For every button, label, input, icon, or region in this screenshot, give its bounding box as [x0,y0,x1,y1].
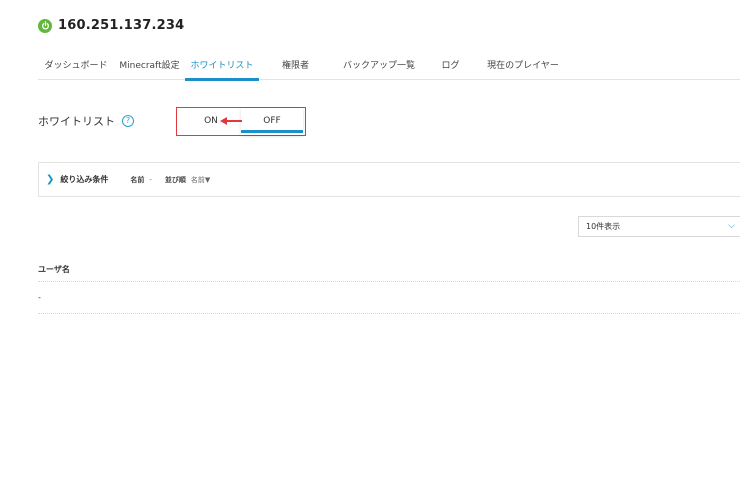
tab-minecraft-settings[interactable]: Minecraft設定 [114,56,185,80]
help-icon[interactable]: ? [122,115,134,127]
tab-current-players[interactable]: 現在のプレイヤー [475,56,571,80]
filter-sort-value: 名前▼ [190,175,211,184]
table-cell-username: - [38,293,41,302]
column-header-username: ユーザ名 [38,265,70,274]
server-title: 160.251.137.234 [58,18,185,33]
tab-bar: ダッシュボード Minecraft設定 ホワイトリスト 権限者 バックアップ一覧… [38,56,740,81]
chevron-down-icon: ⌵ [728,221,735,231]
table-divider [38,281,740,282]
tab-backup-list[interactable]: バックアップ一覧 [332,56,426,80]
table-divider [38,313,740,314]
filter-panel[interactable]: ❯ 絞り込み条件 名前 - 並び順 名前▼ [38,162,740,197]
tab-dashboard[interactable]: ダッシュボード [38,56,114,80]
whitelist-setting-row: ホワイトリスト ? [38,113,134,129]
filter-name-key: 名前 [130,175,145,184]
perpage-value: 10件表示 [586,222,621,231]
filter-title: 絞り込み条件 [60,175,109,184]
perpage-select[interactable]: 10件表示 ⌵ [578,216,740,237]
tab-log[interactable]: ログ [426,56,475,80]
annotation-arrow-line [226,120,242,122]
annotation-arrow-icon [220,117,227,125]
toggle-selected-indicator [241,130,303,133]
whitelist-label: ホワイトリスト [38,115,115,128]
filter-sort-key: 並び順 [164,175,186,184]
server-header: 160.251.137.234 [38,18,184,33]
tab-whitelist[interactable]: ホワイトリスト [185,56,259,81]
chevron-right-icon[interactable]: ❯ [46,174,54,185]
power-icon [38,18,52,33]
tab-operators[interactable]: 権限者 [259,56,332,80]
filter-name-value: - [149,175,152,184]
